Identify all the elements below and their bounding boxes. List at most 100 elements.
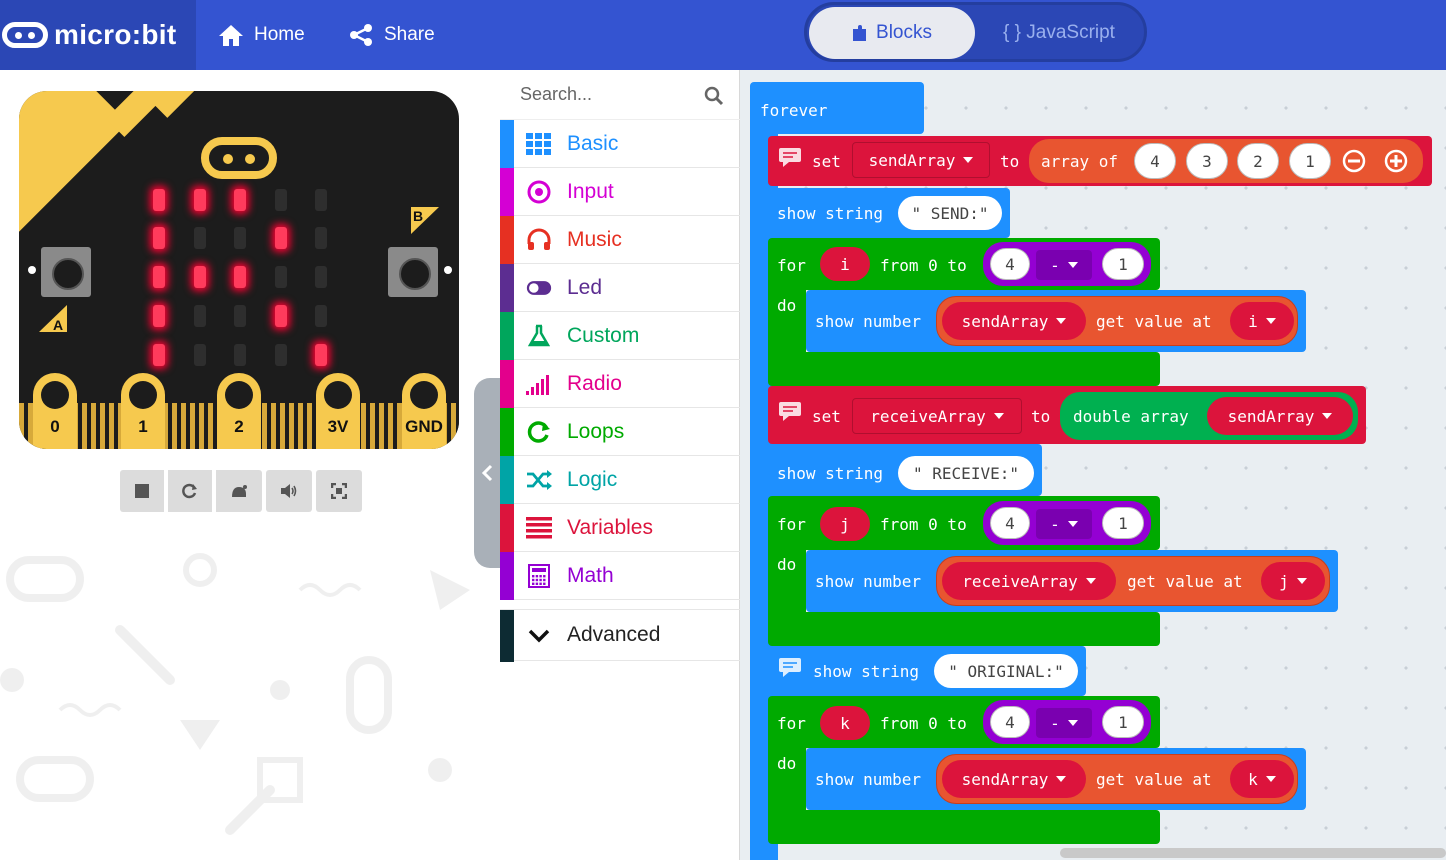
operator-dropdown[interactable]: -	[1036, 708, 1092, 738]
operator-dropdown[interactable]: -	[1036, 250, 1092, 280]
from-keyword: from 0 to	[880, 515, 967, 534]
category-custom[interactable]: Custom	[500, 312, 740, 360]
index-variable-k[interactable]: k	[1230, 760, 1294, 798]
string-value-send[interactable]: " SEND:"	[898, 196, 1002, 230]
workspace-horizontal-scrollbar[interactable]	[1060, 848, 1446, 858]
index-variable-j[interactable]: j	[1261, 562, 1325, 600]
category-loops[interactable]: Loops	[500, 408, 740, 456]
restart-button[interactable]	[168, 470, 212, 512]
toolbox-search-input[interactable]: Search...	[500, 70, 740, 120]
variable-dropdown-receivearray[interactable]: receiveArray	[852, 398, 1022, 434]
show-number-label: show number	[815, 312, 921, 331]
comment-icon[interactable]	[778, 657, 802, 677]
array-value-3[interactable]: 2	[1237, 143, 1279, 179]
led-1-4	[315, 227, 327, 249]
category-label: Math	[567, 564, 614, 587]
refresh-icon	[526, 420, 552, 444]
for-keyword: for	[777, 256, 806, 275]
button-a-indicator	[28, 266, 36, 274]
pin-2[interactable]: 2	[217, 373, 261, 449]
loop-variable-j[interactable]: j	[820, 507, 870, 541]
category-led[interactable]: Led	[500, 264, 740, 312]
pin-1[interactable]: 1	[121, 373, 165, 449]
category-label: Loops	[567, 420, 625, 443]
get-value-label: get value at	[1096, 312, 1212, 331]
operator-dropdown[interactable]: -	[1036, 509, 1092, 539]
math-operand-left[interactable]: 4	[990, 706, 1030, 738]
microbit-logo[interactable]: micro:bit	[0, 0, 196, 70]
javascript-tab[interactable]: { } JavaScript	[975, 7, 1143, 59]
pin-gnd: GND	[402, 373, 446, 449]
led-4-1	[194, 344, 206, 366]
array-value-4[interactable]: 1	[1289, 143, 1331, 179]
share-icon	[350, 24, 372, 46]
sound-button[interactable]	[266, 470, 312, 512]
math-operand-right[interactable]: 1	[1102, 507, 1144, 539]
simulator-controls	[120, 470, 362, 512]
chevron-left-icon	[481, 464, 493, 482]
category-label: Advanced	[567, 623, 661, 646]
show-string-label: show string	[777, 204, 883, 223]
do-keyword: do	[777, 555, 797, 574]
category-label: Logic	[567, 468, 618, 491]
category-logic[interactable]: Logic	[500, 456, 740, 504]
category-label: Custom	[567, 324, 640, 347]
button-a[interactable]	[41, 247, 91, 297]
blocks-tab[interactable]: Blocks	[809, 7, 975, 59]
array-value-1[interactable]: 4	[1134, 143, 1176, 179]
comment-icon[interactable]	[778, 147, 802, 167]
index-variable-i[interactable]: i	[1230, 302, 1294, 340]
string-value-receive[interactable]: " RECEIVE:"	[898, 456, 1034, 490]
home-button[interactable]: Home	[218, 0, 305, 70]
string-value-original[interactable]: " ORIGINAL:"	[934, 654, 1078, 688]
led-0-0	[153, 189, 165, 211]
led-2-0	[153, 266, 165, 288]
led-4-4	[315, 344, 327, 366]
share-button[interactable]: Share	[348, 0, 435, 70]
blocks-workspace[interactable]: forever set sendArray to array of 4 3 2 …	[740, 70, 1446, 860]
list-icon	[526, 516, 552, 540]
led-2-1	[194, 266, 206, 288]
array-variable-sendarray[interactable]: sendArray	[942, 302, 1086, 340]
puzzle-icon	[853, 25, 867, 41]
category-variables[interactable]: Variables	[500, 504, 740, 552]
category-basic[interactable]: Basic	[500, 120, 740, 168]
button-b[interactable]	[388, 247, 438, 297]
led-2-4	[315, 266, 327, 288]
shuffle-icon	[526, 468, 552, 492]
fullscreen-icon	[331, 483, 347, 499]
category-music[interactable]: Music	[500, 216, 740, 264]
toggle-icon	[526, 276, 552, 300]
top-menu-bar: micro:bit Home Share Blocks { } JavaScri…	[0, 0, 1446, 70]
math-operand-right[interactable]: 1	[1102, 706, 1144, 738]
array-value-2[interactable]: 3	[1186, 143, 1228, 179]
array-variable-sendarray[interactable]: sendArray	[1207, 397, 1353, 435]
do-keyword: do	[777, 754, 797, 773]
led-1-1	[194, 227, 206, 249]
from-keyword: from 0 to	[880, 714, 967, 733]
category-color-bar	[500, 216, 514, 264]
slowmo-button[interactable]	[216, 470, 262, 512]
array-variable-sendarray[interactable]: sendArray	[942, 760, 1086, 798]
pin-0[interactable]: 0	[33, 373, 77, 449]
loop-variable-k[interactable]: k	[820, 706, 870, 740]
comment-icon[interactable]	[778, 401, 802, 421]
collapse-simulator-button[interactable]	[474, 378, 500, 568]
search-icon[interactable]	[704, 86, 724, 106]
math-operand-left[interactable]: 4	[990, 248, 1030, 280]
loop-variable-i[interactable]: i	[820, 247, 870, 281]
category-advanced[interactable]: Advanced	[500, 609, 740, 662]
stop-button[interactable]	[120, 470, 164, 512]
add-item-icon[interactable]	[1384, 149, 1408, 173]
category-input[interactable]: Input	[500, 168, 740, 216]
array-variable-receivearray[interactable]: receiveArray	[942, 562, 1116, 600]
category-radio[interactable]: Radio	[500, 360, 740, 408]
led-1-3	[275, 227, 287, 249]
remove-item-icon[interactable]	[1342, 149, 1366, 173]
category-math[interactable]: Math	[500, 552, 740, 600]
variable-dropdown-sendarray[interactable]: sendArray	[852, 142, 990, 178]
math-operand-right[interactable]: 1	[1102, 248, 1144, 280]
headphones-icon	[526, 228, 552, 252]
math-operand-left[interactable]: 4	[990, 507, 1030, 539]
fullscreen-button[interactable]	[316, 470, 362, 512]
